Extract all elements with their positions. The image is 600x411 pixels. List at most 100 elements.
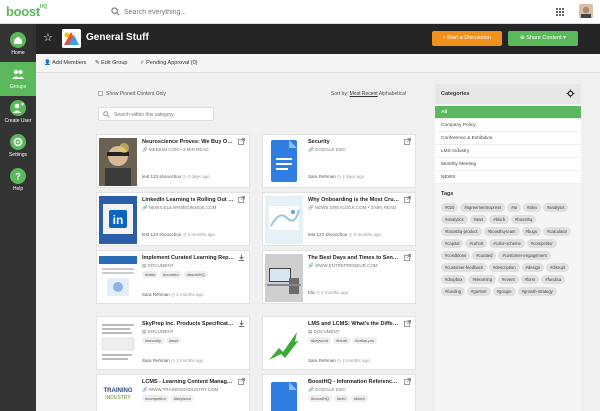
- card-title[interactable]: LMS and LCMS: What's the Differe...: [308, 321, 400, 327]
- tag-chip[interactable]: #form: [520, 275, 540, 284]
- tag-chip[interactable]: #alex: [522, 203, 541, 212]
- share-content-button[interactable]: ⊕ Share Content ▾: [508, 31, 578, 46]
- tag-chip[interactable]: #boostHQ: [308, 395, 333, 402]
- card-title[interactable]: SkyPrep Inc. Products Specificatio...: [142, 321, 234, 327]
- pinned-checkbox[interactable]: [98, 91, 103, 97]
- card-user[interactable]: Sara Rehman: [308, 358, 336, 363]
- card-title[interactable]: Security: [308, 139, 400, 145]
- card-title[interactable]: Why Onboarding is the Most Cruci...: [308, 197, 400, 203]
- content-card[interactable]: Implement Curated Learning Report ▤ DOCU…: [96, 250, 250, 304]
- category-item[interactable]: LMS Industry: [435, 145, 581, 158]
- download-icon[interactable]: [238, 320, 245, 327]
- tag-chip[interactable]: #bugs: [521, 227, 541, 236]
- content-card[interactable]: Neuroscience Proves: We Buy On ... 🔗 MED…: [96, 134, 250, 188]
- tag-chip[interactable]: #boosthq-product: [441, 227, 482, 236]
- gear-icon[interactable]: [566, 89, 575, 98]
- category-item[interactable]: NEWS: [435, 171, 581, 184]
- start-discussion-button[interactable]: ▪ Start a Discussion: [432, 31, 502, 46]
- tag-chip[interactable]: #design: [521, 263, 545, 272]
- tag-chip[interactable]: #customer-engagement: [498, 251, 551, 260]
- tag-chip[interactable]: #aws: [469, 215, 488, 224]
- nav-home[interactable]: Home: [0, 28, 36, 62]
- add-members-button[interactable]: 👤 Add Members: [44, 60, 86, 66]
- card-title[interactable]: BoostHQ - Information Reference ...: [308, 379, 400, 385]
- category-item[interactable]: Monthly Meeting: [435, 158, 581, 171]
- external-link-icon[interactable]: [404, 254, 411, 261]
- card-title[interactable]: LinkedIn Learning is Rolling Out Th...: [142, 197, 234, 203]
- tag-chip[interactable]: #info: [334, 395, 349, 402]
- tag-chip[interactable]: #gartner: [467, 287, 491, 296]
- tag-chip[interactable]: #growth-strategy: [517, 287, 557, 296]
- tag-chip[interactable]: #agreementexpress: [460, 203, 506, 212]
- tag-chip[interactable]: #funding: [441, 287, 466, 296]
- download-icon[interactable]: [238, 254, 245, 261]
- nav-groups[interactable]: Groups: [0, 62, 36, 96]
- content-card[interactable]: in LinkedIn Learning is Rolling Out Th..…: [96, 192, 250, 246]
- sort-alphabetical[interactable]: Alphabetical: [379, 91, 406, 97]
- card-user[interactable]: Sara Rehman: [142, 358, 170, 363]
- card-title[interactable]: Implement Curated Learning Report: [142, 255, 234, 261]
- tag-chip[interactable]: #analytics: [441, 215, 468, 224]
- card-user[interactable]: test 123 shooochoo: [142, 232, 181, 237]
- card-user[interactable]: test 123 shooochoo: [142, 174, 181, 179]
- global-search-input[interactable]: [124, 6, 324, 18]
- tag-chip[interactable]: #security: [142, 337, 165, 344]
- tag-chip[interactable]: #calculator: [542, 227, 572, 236]
- user-avatar[interactable]: [579, 4, 593, 18]
- tag-chip[interactable]: #customer-feedback: [441, 263, 487, 272]
- tag-chip[interactable]: #keyword: [308, 337, 332, 344]
- card-title[interactable]: The Best Days and Times to Send ...: [308, 255, 400, 261]
- card-user[interactable]: Sara Rehman: [308, 174, 336, 179]
- content-card[interactable]: BoostHQ - Information Reference ... 🔗 GO…: [262, 374, 416, 411]
- tag-chip[interactable]: #blurb: [350, 395, 368, 402]
- card-user[interactable]: Kla: [308, 290, 315, 295]
- content-card[interactable]: SkyPrep Inc. Products Specificatio... ▤ …: [96, 316, 250, 370]
- tag-chip[interactable]: #aws: [166, 337, 182, 344]
- sort-most-recent[interactable]: Most Recent: [350, 91, 378, 97]
- tag-chip[interactable]: #keyword: [170, 395, 195, 402]
- tag-chip[interactable]: #analysis: [542, 203, 569, 212]
- tag-chip[interactable]: #capital: [441, 239, 464, 248]
- category-all[interactable]: All: [435, 106, 581, 119]
- content-card[interactable]: Why Onboarding is the Most Cruci... 🔗 NE…: [262, 192, 416, 246]
- star-icon[interactable]: ☆: [43, 31, 53, 44]
- external-link-icon[interactable]: [404, 138, 411, 145]
- tag-chip[interactable]: #blurb: [489, 215, 510, 224]
- tag-chip[interactable]: #curated: [472, 251, 497, 260]
- external-link-icon[interactable]: [238, 138, 245, 145]
- card-title[interactable]: LCMS - Learning Content Manage...: [142, 379, 234, 385]
- tag-chip[interactable]: #competitor: [526, 239, 557, 248]
- category-item[interactable]: Conference & Exhibition: [435, 132, 581, 145]
- tag-chip[interactable]: #value-pro: [352, 337, 378, 344]
- edit-group-button[interactable]: ✎ Edit Group: [95, 60, 127, 66]
- tag-chip[interactable]: #boosthq-team: [483, 227, 520, 236]
- tag-chip[interactable]: #event: [498, 275, 519, 284]
- tag-chip[interactable]: #competitor: [142, 395, 169, 402]
- tag-chip[interactable]: #google: [492, 287, 516, 296]
- category-search-input[interactable]: [114, 109, 212, 120]
- tag-chip[interactable]: #cohort: [465, 239, 488, 248]
- nav-help[interactable]: ? Help: [0, 164, 36, 198]
- tag-chip[interactable]: #description: [488, 263, 520, 272]
- card-user[interactable]: test 123 shooochoo: [308, 232, 347, 237]
- card-title[interactable]: Neuroscience Proves: We Buy On ...: [142, 139, 234, 145]
- tag-chip[interactable]: #color-scheme: [489, 239, 525, 248]
- boosthq-logo[interactable]: boostHQ: [6, 4, 47, 19]
- content-card[interactable]: LMS and LCMS: What's the Differe... ▤ DO…: [262, 316, 416, 370]
- pending-approval-button[interactable]: ✓ Pending Approval (0): [140, 60, 198, 66]
- tag-chip[interactable]: #ai: [507, 203, 521, 212]
- tag-chip[interactable]: #dropbox: [441, 275, 467, 284]
- content-card[interactable]: The Best Days and Times to Send ... 🔗 WW…: [262, 250, 416, 304]
- tag-chip[interactable]: #blurb: [333, 337, 351, 344]
- category-item[interactable]: Company Policy: [435, 119, 581, 132]
- nav-create-user[interactable]: Create User: [0, 96, 36, 130]
- show-pinned-toggle[interactable]: Show Pinned Content Only: [98, 91, 166, 97]
- tag-chip[interactable]: #boosthq: [511, 215, 537, 224]
- tag-chip[interactable]: #020: [441, 203, 459, 212]
- card-user[interactable]: Sara Rehman: [142, 292, 170, 297]
- tag-chip[interactable]: #elearning: [468, 275, 497, 284]
- content-card[interactable]: Security 🔗 GOOGLE DOC Sara Rehman ◷ 2 da…: [262, 134, 416, 188]
- tag-chip[interactable]: #boostHQ: [183, 271, 208, 278]
- external-link-icon[interactable]: [404, 378, 411, 385]
- tag-chip[interactable]: #curated: [160, 271, 182, 278]
